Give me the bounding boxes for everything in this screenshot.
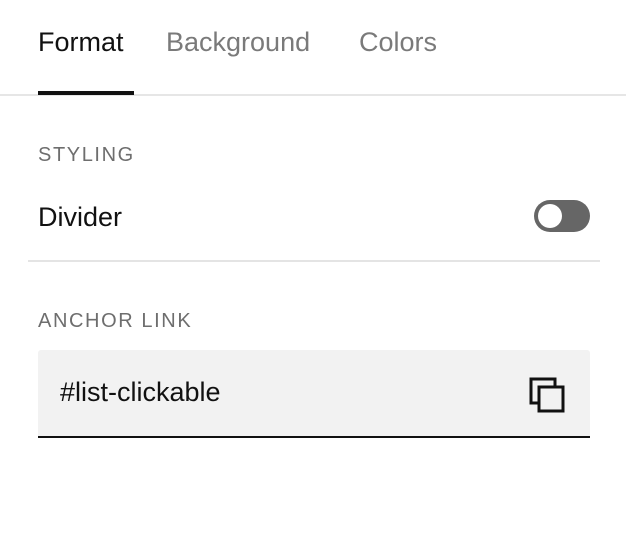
divider-setting-row: Divider (38, 195, 590, 239)
anchor-link-field (38, 350, 590, 438)
anchor-link-heading: ANCHOR LINK (38, 310, 193, 332)
copy-button[interactable] (528, 376, 566, 414)
tab-bar: Format Background Colors (0, 0, 626, 96)
copy-icon (528, 376, 566, 414)
tab-colors[interactable]: Colors (359, 24, 437, 60)
tab-format[interactable]: Format (38, 24, 124, 60)
active-tab-indicator (38, 91, 134, 95)
divider-toggle[interactable] (534, 200, 590, 232)
anchor-link-input[interactable] (60, 372, 500, 412)
styling-heading: STYLING (38, 144, 135, 166)
tab-background[interactable]: Background (166, 24, 310, 60)
section-separator (28, 260, 600, 262)
toggle-knob (538, 204, 562, 228)
divider-label: Divider (38, 202, 123, 232)
